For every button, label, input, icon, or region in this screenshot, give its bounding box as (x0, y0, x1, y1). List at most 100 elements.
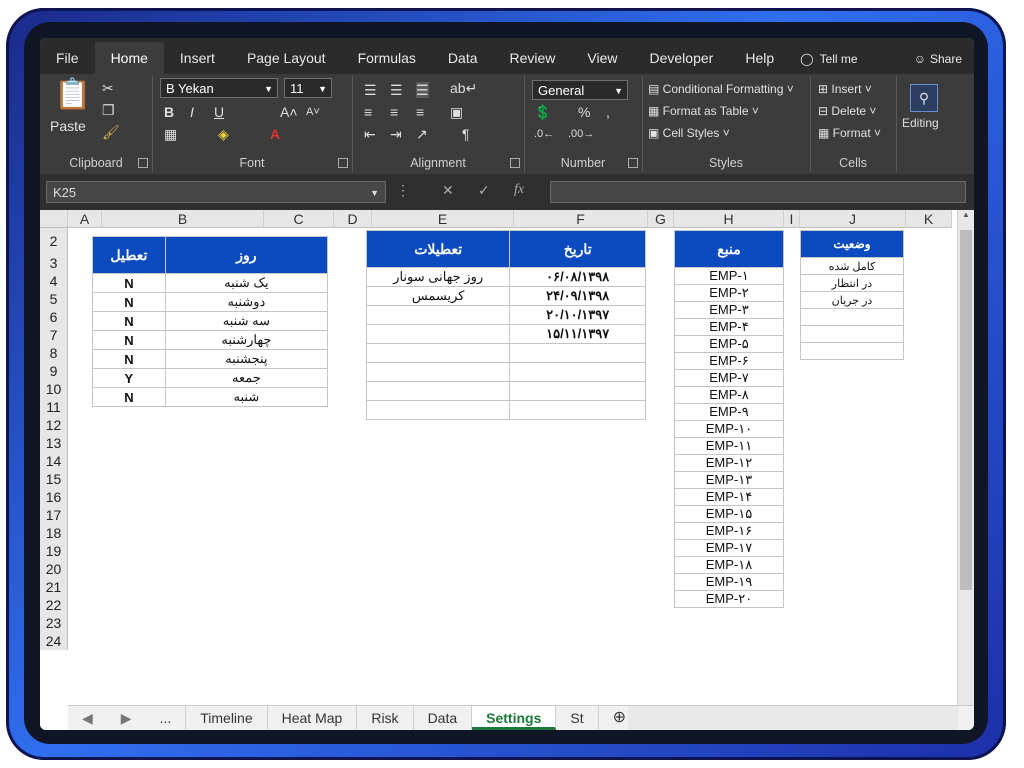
column-header-e[interactable]: E (372, 210, 514, 228)
insert-cells-button[interactable]: ⊞ Insert ˅ (818, 82, 872, 96)
clipboard-launcher-icon[interactable] (138, 158, 148, 168)
status-cell[interactable]: کامل شده (800, 257, 904, 275)
holiday-flag-cell[interactable]: N (92, 311, 166, 331)
resource-cell[interactable]: EMP-۱۳ (674, 471, 784, 489)
tab-developer[interactable]: Developer (634, 50, 730, 74)
header-resource[interactable]: منبع (674, 230, 784, 268)
holiday-date-cell[interactable]: ۱۵/۱۱/۱۳۹۷ (509, 324, 646, 344)
row-header[interactable]: 20 (40, 560, 68, 578)
grow-font-icon[interactable]: A˄ (280, 104, 298, 120)
merge-center-icon[interactable]: ▣ (450, 104, 463, 120)
resource-cell[interactable]: EMP-۳ (674, 301, 784, 319)
tab-page-layout[interactable]: Page Layout (231, 50, 342, 74)
sheet-tab-risk[interactable]: Risk (357, 706, 414, 730)
align-middle-icon[interactable]: ☰ (390, 82, 403, 98)
row-header[interactable]: 17 (40, 506, 68, 524)
cut-icon[interactable]: ✂ (102, 80, 114, 96)
increase-decimal-icon[interactable]: .0← (534, 126, 554, 142)
formula-input[interactable] (550, 181, 966, 203)
resource-cell[interactable]: EMP-۵ (674, 335, 784, 353)
holiday-flag-cell[interactable]: N (92, 273, 166, 293)
resource-cell[interactable]: EMP-۲۰ (674, 590, 784, 608)
column-header-d[interactable]: D (334, 210, 372, 228)
holiday-date-cell[interactable] (509, 381, 646, 401)
resource-cell[interactable]: EMP-۱۸ (674, 556, 784, 574)
underline-icon[interactable]: U (214, 104, 224, 120)
holiday-flag-cell[interactable]: N (92, 387, 166, 407)
tab-insert[interactable]: Insert (164, 50, 231, 74)
holiday-date-cell[interactable]: ۲۰/۱۰/۱۳۹۷ (509, 305, 646, 325)
align-left-icon[interactable]: ≡ (364, 104, 372, 120)
format-cells-button[interactable]: ▦ Format ˅ (818, 126, 881, 140)
row-header[interactable]: 15 (40, 470, 68, 488)
align-right-icon[interactable]: ≡ (416, 104, 424, 120)
sheet-tab-heat-map[interactable]: Heat Map (268, 706, 358, 730)
status-cell[interactable]: در انتظار (800, 274, 904, 292)
select-all-corner[interactable] (40, 210, 68, 228)
holiday-name-cell[interactable]: روز جهانی سونار (365, 267, 511, 287)
holiday-flag-cell[interactable]: N (92, 292, 166, 312)
holiday-name-cell[interactable] (365, 343, 511, 363)
holiday-name-cell[interactable] (365, 305, 511, 325)
tab-data[interactable]: Data (432, 50, 494, 74)
row-header[interactable]: 3 (40, 254, 68, 272)
day-cell[interactable]: شنبه (164, 387, 329, 407)
row-header[interactable]: 2 (40, 228, 68, 254)
paste-icon[interactable]: 📋 (54, 80, 91, 110)
cancel-icon[interactable]: ✕ (442, 182, 454, 199)
cell-styles-button[interactable]: ▣ Cell Styles ˅ (648, 126, 730, 140)
column-header-k[interactable]: K (906, 210, 952, 228)
resource-cell[interactable]: EMP-۱۹ (674, 573, 784, 591)
share-button[interactable]: ☺ Share (914, 52, 974, 74)
fill-color-icon[interactable]: ◈ (218, 126, 229, 142)
scroll-up-icon[interactable]: ▲ (958, 210, 974, 219)
format-painter-icon[interactable]: 🖌 (102, 124, 120, 140)
row-header[interactable]: 9 (40, 362, 68, 380)
resource-cell[interactable]: EMP-۴ (674, 318, 784, 336)
orientation-icon[interactable]: ↗ (416, 126, 428, 142)
row-header[interactable]: 19 (40, 542, 68, 560)
bold-icon[interactable]: B (164, 104, 174, 120)
row-header[interactable]: 8 (40, 344, 68, 362)
row-header[interactable]: 12 (40, 416, 68, 434)
row-header[interactable]: 5 (40, 290, 68, 308)
resource-cell[interactable]: EMP-۱ (674, 267, 784, 285)
font-size-select[interactable]: 11 ▼ (284, 78, 332, 98)
conditional-formatting-button[interactable]: ▤ Conditional Formatting ˅ (648, 82, 794, 96)
holiday-name-cell[interactable] (365, 381, 511, 401)
tab-formulas[interactable]: Formulas (342, 50, 432, 74)
row-header[interactable]: 11 (40, 398, 68, 416)
row-header[interactable]: 14 (40, 452, 68, 470)
column-header-c[interactable]: C (264, 210, 334, 228)
status-cell[interactable] (800, 342, 904, 360)
resource-cell[interactable]: EMP-۱۲ (674, 454, 784, 472)
column-header-j[interactable]: J (800, 210, 906, 228)
row-header[interactable]: 10 (40, 380, 68, 398)
status-cell[interactable] (800, 308, 904, 326)
format-as-table-button[interactable]: ▦ Format as Table ˅ (648, 104, 759, 118)
column-header-i[interactable]: I (784, 210, 800, 228)
number-launcher-icon[interactable] (628, 158, 638, 168)
wrap-text-icon[interactable]: ab↵ (450, 80, 477, 96)
row-header[interactable]: 16 (40, 488, 68, 506)
header-holidays[interactable]: تعطیلات (365, 230, 511, 268)
percent-button[interactable]: % (578, 104, 590, 120)
row-header[interactable]: 4 (40, 272, 68, 290)
prev-sheet-icon[interactable]: ◀ (68, 706, 107, 730)
number-format-select[interactable]: General ▼ (532, 80, 628, 100)
horizontal-scrollbar[interactable] (628, 706, 958, 730)
holiday-flag-cell[interactable]: N (92, 330, 166, 350)
vertical-scrollbar[interactable]: ▲ (957, 210, 974, 706)
editing-group[interactable]: ⚲ Editing (896, 76, 956, 172)
text-direction-icon[interactable]: ¶ (462, 126, 470, 142)
tab-help[interactable]: Help (729, 50, 790, 74)
sheet-tab-timeline[interactable]: Timeline (186, 706, 268, 730)
insert-function-button[interactable]: fx (514, 182, 524, 198)
decrease-indent-icon[interactable]: ⇤ (364, 126, 376, 142)
row-header[interactable]: 7 (40, 326, 68, 344)
resource-cell[interactable]: EMP-۱۷ (674, 539, 784, 557)
accounting-icon[interactable]: 💲 (534, 104, 551, 120)
scroll-thumb[interactable] (960, 230, 972, 590)
sheet-tab-st[interactable]: St (556, 706, 599, 730)
column-header-f[interactable]: F (514, 210, 648, 228)
